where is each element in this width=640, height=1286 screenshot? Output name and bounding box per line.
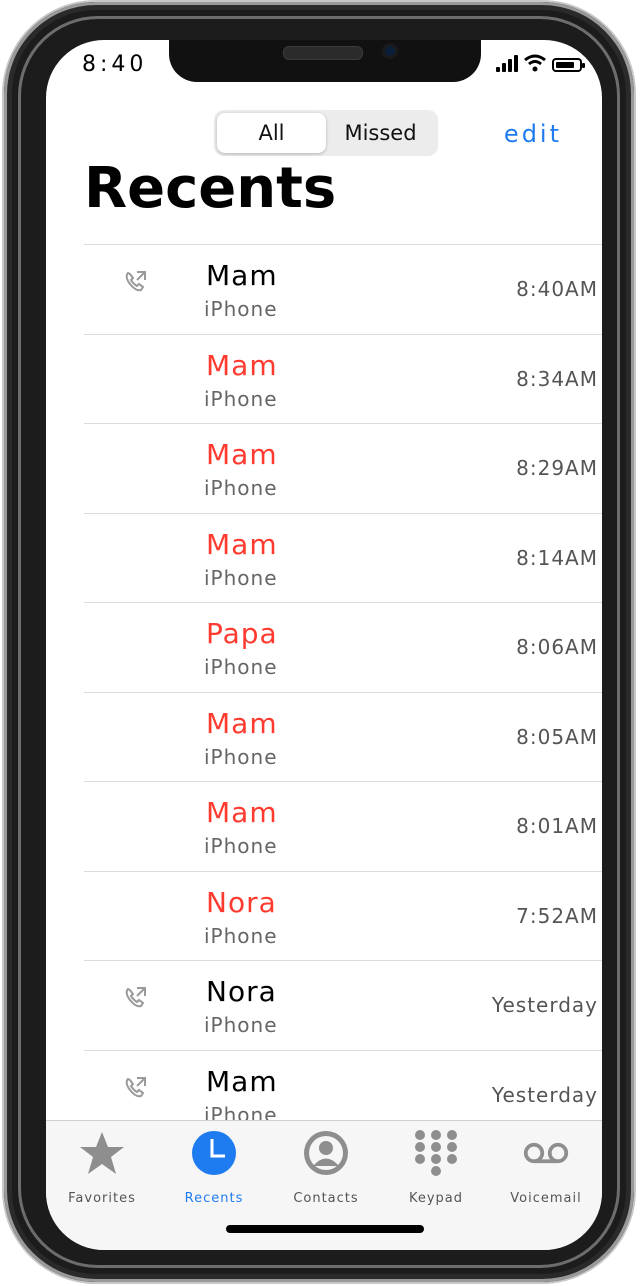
page-title: Recents	[84, 156, 337, 221]
segment-missed[interactable]: Missed	[326, 113, 435, 153]
person-icon	[304, 1131, 348, 1175]
call-time: 8:05AM	[516, 724, 598, 749]
caller-name: Mam	[206, 438, 278, 471]
tab-contacts[interactable]: Contacts	[276, 1129, 376, 1206]
status-icons	[496, 54, 585, 72]
phone-screen: 8:40 All Missed edit Recents Mam iPhone …	[46, 40, 602, 1250]
status-time: 8:40	[82, 52, 148, 77]
phone-frame: 8:40 All Missed edit Recents Mam iPhone …	[4, 2, 634, 1282]
tab-label: Keypad	[408, 1191, 464, 1206]
call-row[interactable]: Mam iPhone 8:34AM	[84, 333, 602, 424]
caller-name: Mam	[206, 348, 278, 382]
caller-device: iPhone	[204, 565, 278, 590]
front-camera	[382, 43, 398, 59]
signal-icon	[496, 54, 518, 72]
call-filter-segmented-control: All Missed	[214, 110, 438, 156]
tab-keypad[interactable]: Keypad	[386, 1129, 486, 1206]
caller-name: Nora	[206, 885, 277, 919]
caller-device: iPhone	[204, 476, 278, 500]
caller-device: iPhone	[204, 744, 278, 769]
star-icon	[80, 1132, 124, 1174]
edit-button[interactable]: edit	[504, 120, 562, 148]
speaker	[283, 46, 363, 60]
caller-device: iPhone	[204, 1013, 278, 1037]
tab-favorites[interactable]: Favorites	[52, 1129, 152, 1206]
tab-bar: Favorites Recents Contacts Keypad Voicem…	[46, 1120, 602, 1250]
outgoing-call-icon	[125, 1076, 146, 1097]
caller-device: iPhone	[204, 297, 278, 321]
tab-label: Favorites	[68, 1191, 136, 1206]
call-time: 8:14AM	[516, 545, 598, 570]
tab-label: Voicemail	[510, 1191, 582, 1206]
caller-device: iPhone	[204, 923, 278, 948]
tab-voicemail[interactable]: Voicemail	[496, 1129, 596, 1206]
call-row[interactable]: Nora iPhone Yesterday	[84, 960, 602, 1050]
caller-device: iPhone	[204, 386, 278, 411]
caller-name: Mam	[206, 259, 278, 292]
call-time: Yesterday	[491, 1082, 598, 1107]
call-row[interactable]: Mam iPhone Yesterday	[84, 1049, 602, 1140]
battery-icon	[552, 58, 585, 72]
keypad-icon	[415, 1130, 457, 1176]
caller-name: Mam	[206, 527, 278, 561]
segment-all[interactable]: All	[217, 113, 326, 153]
caller-name: Mam	[206, 1064, 278, 1098]
caller-name: Papa	[206, 617, 278, 650]
voicemail-icon	[523, 1142, 569, 1164]
home-indicator[interactable]	[226, 1225, 424, 1233]
call-row[interactable]: Papa iPhone 8:06AM	[84, 602, 602, 692]
call-row[interactable]: Mam iPhone 8:40AM	[84, 244, 602, 334]
caller-name: Mam	[206, 796, 278, 829]
caller-name: Mam	[206, 706, 278, 740]
call-row[interactable]: Mam iPhone 8:05AM	[84, 691, 602, 782]
tab-label: Contacts	[293, 1191, 359, 1206]
tab-recents[interactable]: Recents	[164, 1129, 264, 1206]
notch	[169, 40, 481, 82]
call-time: 8:06AM	[516, 635, 598, 659]
tab-label: Recents	[184, 1191, 244, 1206]
outgoing-call-icon	[125, 271, 146, 292]
call-row[interactable]: Mam iPhone 8:14AM	[84, 512, 602, 603]
caller-device: iPhone	[204, 834, 278, 858]
call-row[interactable]: Nora iPhone 7:52AM	[84, 870, 602, 961]
call-time: 7:52AM	[516, 903, 598, 928]
outgoing-call-icon	[125, 987, 146, 1008]
wifi-icon	[524, 54, 546, 72]
recents-list: Mam iPhone 8:40AM Mam iPhone 8:34AM Mam …	[84, 244, 602, 1139]
call-time: 8:34AM	[516, 366, 598, 391]
call-row[interactable]: Mam iPhone 8:01AM	[84, 781, 602, 871]
call-time: 8:40AM	[516, 277, 598, 301]
call-time: Yesterday	[491, 993, 598, 1017]
call-time: 8:29AM	[516, 456, 598, 480]
call-time: 8:01AM	[516, 814, 598, 838]
call-row[interactable]: Mam iPhone 8:29AM	[84, 423, 602, 513]
caller-device: iPhone	[204, 1102, 278, 1127]
caller-name: Nora	[206, 975, 277, 1008]
clock-icon	[192, 1131, 236, 1175]
caller-device: iPhone	[204, 655, 278, 679]
